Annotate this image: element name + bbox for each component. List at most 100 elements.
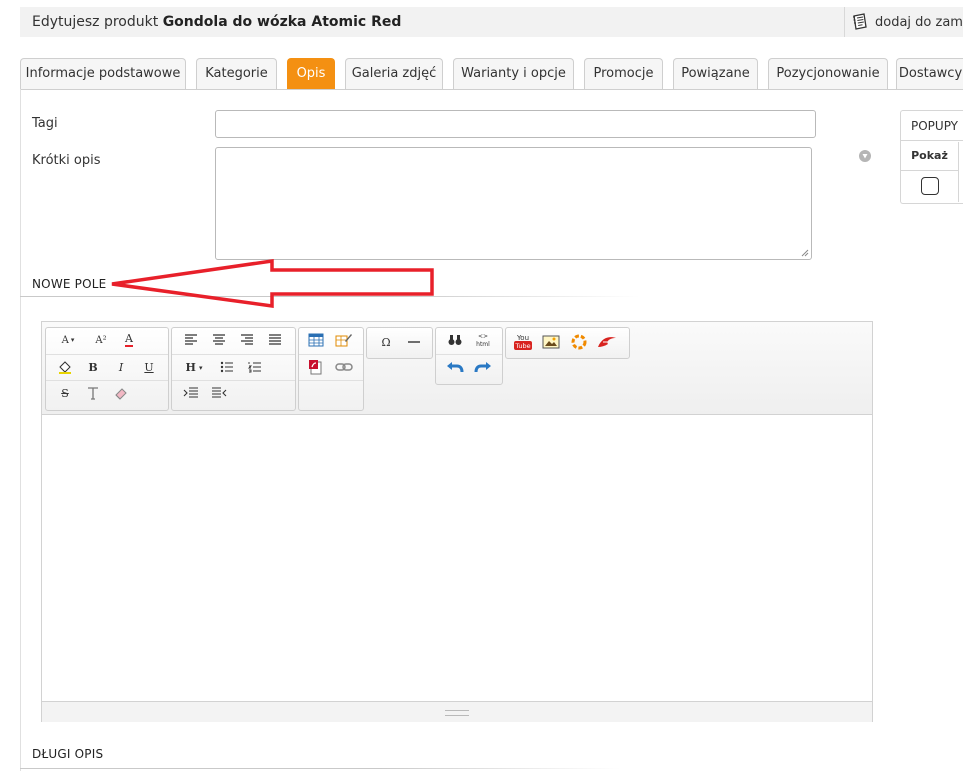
align-justify-icon	[269, 334, 281, 345]
gallery-ring-icon	[571, 334, 587, 350]
numbered-list-button[interactable]	[244, 357, 266, 377]
insert-image-button[interactable]	[540, 332, 562, 352]
bold-button[interactable]: B	[82, 357, 104, 377]
svg-text:You: You	[516, 334, 529, 342]
text-color-button[interactable]: A	[118, 330, 140, 350]
flash-icon	[309, 360, 322, 375]
tab-promocje[interactable]: Promocje	[584, 58, 663, 89]
red-swirl-icon	[598, 337, 616, 347]
tab-warianty-i-opcje[interactable]: Warianty i opcje	[453, 58, 574, 89]
eraser-icon	[115, 388, 127, 400]
eraser-button[interactable]	[110, 383, 132, 403]
tab-opis[interactable]: Opis	[287, 58, 335, 89]
table-edit-icon	[335, 334, 352, 347]
underline-button[interactable]: U	[138, 357, 160, 377]
superscript-button[interactable]: A²	[90, 330, 112, 350]
toolbar-group-tools: <> html	[435, 327, 503, 385]
undo-icon	[447, 362, 464, 373]
heading-dropdown[interactable]: H ▾	[178, 357, 210, 377]
youtube-button[interactable]: You Tube	[512, 332, 534, 352]
align-center-button[interactable]	[208, 330, 230, 350]
tabs-baseline	[20, 89, 963, 90]
svg-text:<>: <>	[478, 333, 488, 340]
tab-dostawcy[interactable]: Dostawcy	[896, 58, 963, 89]
bold-label: B	[88, 360, 98, 374]
svg-text:html: html	[476, 341, 490, 348]
align-left-icon	[185, 334, 197, 345]
popups-show-cell	[901, 171, 959, 202]
long-description-section-line	[20, 768, 620, 769]
bullet-list-button[interactable]	[216, 357, 238, 377]
outdent-button[interactable]	[208, 383, 230, 403]
strikethrough-label: S	[61, 386, 69, 400]
plugin-button[interactable]	[596, 332, 618, 352]
popup-show-checkbox[interactable]	[921, 177, 939, 195]
special-char-button[interactable]: Ω	[375, 332, 397, 352]
popups-table: POPUPY Pokaż	[900, 110, 963, 204]
add-to-order-label: dodaj do zamó	[875, 14, 963, 30]
rich-text-editor: A ▾ A² A B I U S H ▾ Ω <> html You Tube	[41, 321, 873, 722]
editor-content-area[interactable]	[42, 415, 872, 701]
paint-bucket-icon	[59, 361, 71, 374]
title-prefix: Edytujesz produkt	[32, 14, 163, 30]
page-header: Edytujesz produkt Gondola do wózka Atomi…	[20, 7, 963, 37]
link-icon	[335, 363, 353, 371]
insert-table-button[interactable]	[305, 330, 327, 350]
text-color-icon: A	[125, 332, 133, 347]
strikethrough-button[interactable]: S	[54, 383, 76, 403]
horizontal-line-button[interactable]	[403, 332, 425, 352]
popups-show-column: Pokaż	[901, 142, 959, 171]
find-button[interactable]	[444, 330, 466, 350]
align-right-button[interactable]	[236, 330, 258, 350]
short-description-textarea[interactable]	[215, 147, 812, 260]
tab-informacje-podstawowe[interactable]: Informacje podstawowe	[20, 58, 186, 89]
clear-format-icon	[88, 387, 98, 400]
long-description-section-title: DŁUGI OPIS	[32, 747, 104, 761]
tab-kategorie[interactable]: Kategorie	[196, 58, 277, 89]
help-bubble-icon[interactable]	[858, 149, 872, 163]
editor-status-bar	[42, 701, 872, 722]
tab-powiazane[interactable]: Powiązane	[673, 58, 758, 89]
youtube-icon: You Tube	[514, 334, 532, 350]
notepad-icon	[853, 13, 867, 30]
binoculars-icon	[448, 335, 462, 345]
font-size-label: A	[61, 334, 69, 346]
editor-resize-grip[interactable]	[445, 710, 469, 716]
align-right-icon	[241, 334, 253, 345]
new-field-section-line	[20, 296, 640, 297]
bullet-list-icon	[220, 361, 233, 373]
outdent-icon	[212, 387, 227, 398]
heading-arrow-icon: ▾	[198, 362, 203, 372]
short-description-label: Krótki opis	[32, 153, 101, 168]
background-color-button[interactable]	[54, 357, 76, 377]
image-icon	[542, 335, 560, 349]
table-icon	[308, 333, 324, 347]
indent-button[interactable]	[180, 383, 202, 403]
clear-format-button[interactable]	[82, 383, 104, 403]
page-title: Edytujesz produkt Gondola do wózka Atomi…	[32, 14, 401, 30]
tab-pozycjonowanie[interactable]: Pozycjonowanie	[768, 58, 888, 89]
insert-link-button[interactable]	[333, 357, 355, 377]
toolbar-group-media: You Tube	[505, 327, 630, 359]
resize-handle-icon[interactable]	[801, 249, 809, 257]
undo-button[interactable]	[444, 357, 466, 377]
font-size-dropdown[interactable]: A ▾	[52, 330, 84, 350]
align-left-button[interactable]	[180, 330, 202, 350]
source-html-button[interactable]: <> html	[472, 330, 494, 350]
insert-flash-button[interactable]	[305, 357, 327, 377]
html-source-icon: <>html	[476, 333, 490, 348]
add-to-order-button[interactable]: dodaj do zamó	[850, 11, 963, 33]
tags-input[interactable]	[215, 110, 816, 138]
font-size-arrow-icon: ▾	[70, 336, 75, 344]
redo-button[interactable]	[472, 357, 494, 377]
tags-label: Tagi	[32, 116, 58, 131]
align-justify-button[interactable]	[264, 330, 286, 350]
popups-header: POPUPY	[901, 111, 963, 141]
horizontal-line-icon	[408, 341, 420, 343]
indent-icon	[183, 387, 198, 398]
header-divider	[844, 7, 845, 37]
edit-table-button[interactable]	[333, 330, 355, 350]
italic-button[interactable]: I	[110, 357, 132, 377]
gallery-button[interactable]	[568, 332, 590, 352]
tab-galeria-zdjec[interactable]: Galeria zdjęć	[345, 58, 443, 89]
